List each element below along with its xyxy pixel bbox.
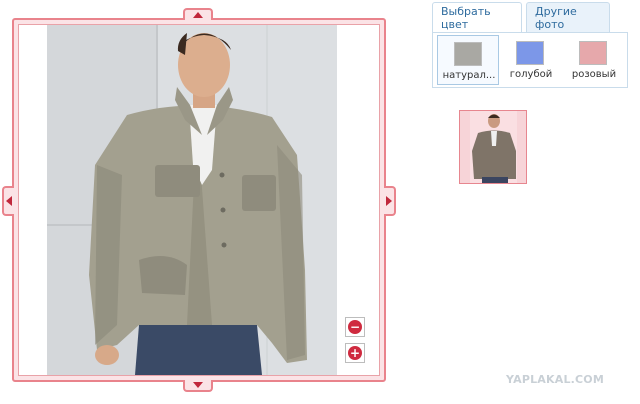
scroll-right-button[interactable] [384, 186, 396, 216]
arrow-right-icon [386, 196, 392, 206]
color-swatch-panel: натурал... голубой розовый [432, 32, 628, 88]
arrow-left-icon [6, 196, 12, 206]
color-option-pink[interactable]: розовый [563, 35, 625, 85]
watermark-text: YAPLAKAL.COM [506, 373, 605, 386]
color-swatch [516, 41, 544, 65]
color-picker: Выбрать цвет Другие фото натурал... голу… [432, 2, 628, 88]
color-swatch [579, 41, 607, 65]
scroll-down-button[interactable] [183, 380, 213, 392]
thumbnail-image[interactable] [459, 110, 527, 184]
picker-tabs: Выбрать цвет Другие фото [432, 2, 628, 32]
product-photo [47, 25, 337, 375]
thumbnail-photo [472, 114, 516, 183]
zoom-out-label: − [348, 320, 362, 334]
color-option-blue[interactable]: голубой [500, 35, 562, 85]
color-option-natural[interactable]: натурал... [437, 35, 499, 85]
tab-other-photos[interactable]: Другие фото [526, 2, 610, 32]
color-swatch [454, 42, 482, 66]
tab-choose-color[interactable]: Выбрать цвет [432, 2, 522, 32]
viewer-frame: − + [12, 18, 386, 382]
arrow-down-icon [193, 382, 203, 388]
color-label: розовый [571, 69, 617, 80]
viewer-canvas[interactable]: − + [18, 24, 380, 376]
scroll-up-button[interactable] [183, 8, 213, 20]
zoom-in-label: + [348, 346, 362, 360]
arrow-up-icon [193, 12, 203, 18]
color-label: натурал... [442, 70, 496, 81]
zoom-in-button[interactable]: + [345, 343, 365, 363]
scroll-left-button[interactable] [2, 186, 14, 216]
color-label: голубой [509, 69, 553, 80]
image-viewer: − + [2, 8, 396, 392]
zoom-out-button[interactable]: − [345, 317, 365, 337]
